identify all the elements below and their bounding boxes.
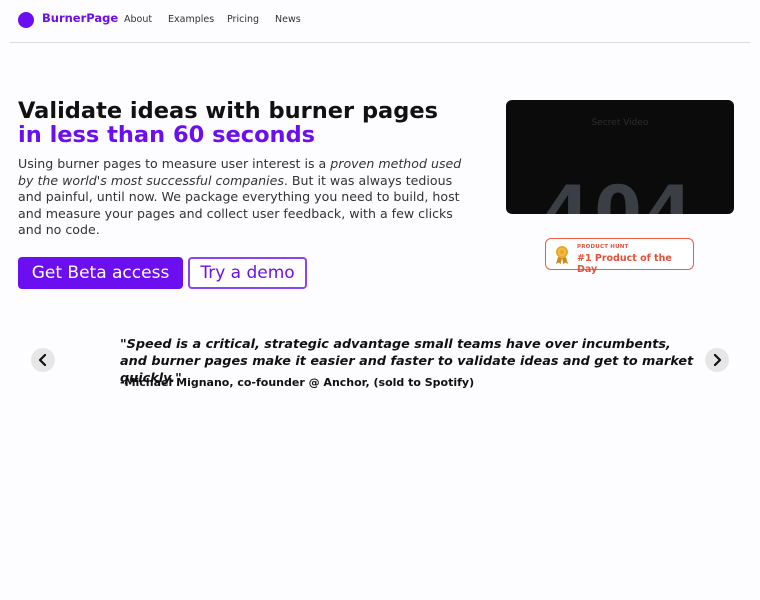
try-demo-button[interactable]: Try a demo: [188, 257, 307, 289]
nav-divider: [10, 42, 750, 43]
nav-link-pricing[interactable]: Pricing: [227, 14, 259, 25]
nav-link-news[interactable]: News: [275, 14, 301, 25]
hero-subtitle: in less than 60 seconds: [18, 122, 316, 148]
product-hunt-label: PRODUCT HUNT: [577, 244, 629, 250]
medal-icon: [556, 246, 568, 265]
chevron-left-icon: [38, 354, 47, 366]
carousel-next-button[interactable]: [705, 348, 729, 372]
hero-title: Validate ideas with burner pages: [18, 98, 438, 124]
get-beta-access-button[interactable]: Get Beta access: [18, 257, 183, 289]
logo-icon[interactable]: [18, 12, 34, 28]
product-hunt-title: #1 Product of the Day: [577, 253, 672, 275]
product-hunt-badge[interactable]: PRODUCT HUNT #1 Product of the Day: [545, 238, 694, 275]
top-navbar: BurnerPage About Examples Pricing News: [0, 0, 760, 42]
video-caption: Secret Video: [591, 118, 649, 128]
brand-name[interactable]: BurnerPage: [42, 11, 118, 25]
nav-link-examples[interactable]: Examples: [168, 14, 214, 25]
testimonial-author: -Michael Mignano, co-founder @ Anchor, (…: [120, 376, 475, 389]
hero-description-part1: Using burner pages to measure user inter…: [18, 156, 331, 171]
video-error-code: 404: [543, 172, 697, 215]
nav-link-about[interactable]: About: [124, 14, 152, 25]
carousel-prev-button[interactable]: [31, 348, 55, 372]
hero-description: Using burner pages to measure user inter…: [18, 156, 466, 239]
chevron-right-icon: [713, 354, 722, 366]
secret-video-player[interactable]: Secret Video 404: [506, 100, 734, 214]
